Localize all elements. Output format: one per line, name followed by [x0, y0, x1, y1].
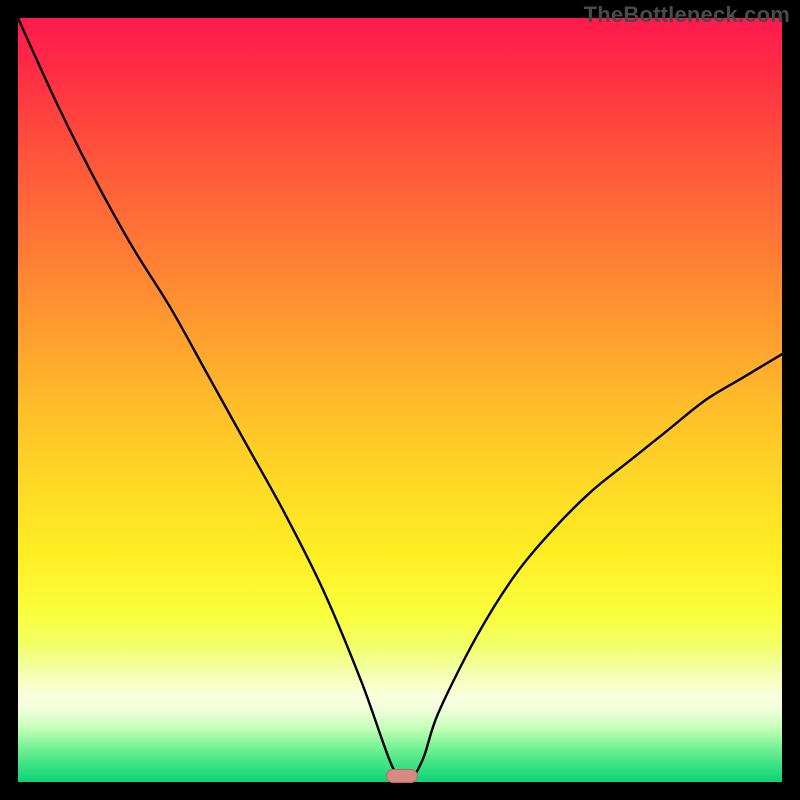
chart-frame: TheBottleneck.com [0, 0, 800, 800]
bottleneck-curve [18, 18, 782, 782]
watermark-text: TheBottleneck.com [584, 2, 790, 28]
plot-area [18, 18, 782, 782]
optimal-marker [386, 769, 418, 783]
